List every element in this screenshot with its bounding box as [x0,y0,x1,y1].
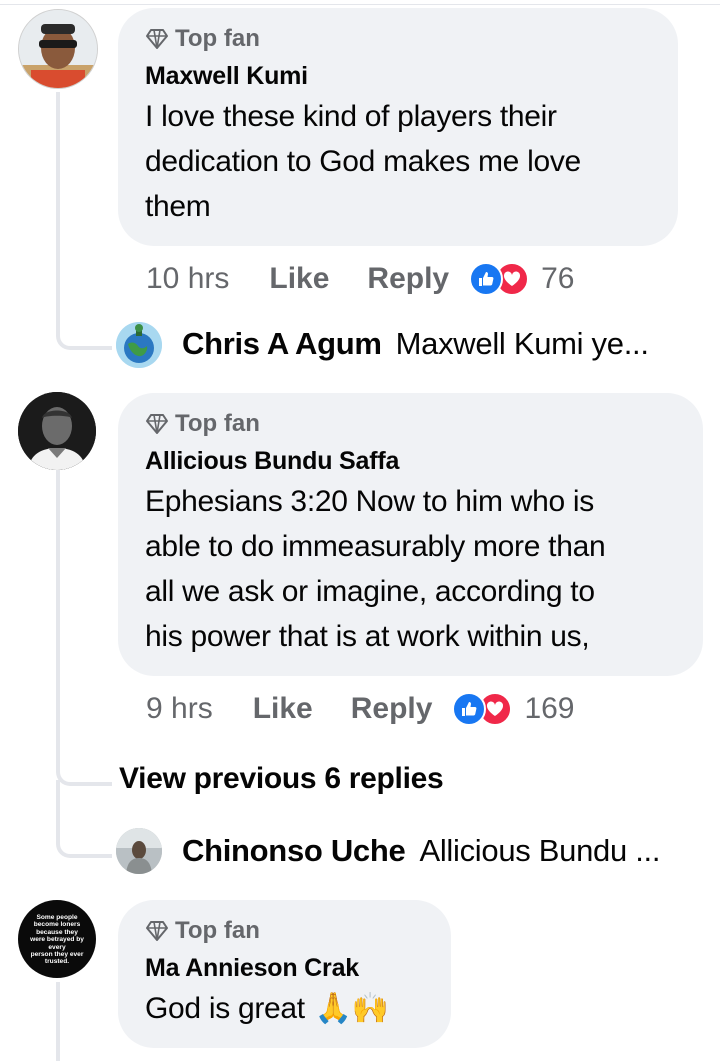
avatar-quote-line: Some people [36,914,78,921]
diamond-icon [146,414,168,434]
avatar[interactable] [18,9,98,89]
badge-label: Top fan [175,410,260,437]
comment-time[interactable]: 10 hrs [146,262,229,296]
avatar-quote-line: because they [36,928,78,936]
comment-text: God is great 🙏🙌 [145,986,425,1031]
avatar-quote-line: become loners [33,921,81,929]
thread-elbow [56,780,112,858]
comment-bubble[interactable]: Top fan Allicious Bundu Saffa Ephesians … [118,393,703,676]
comment-line: I love these kind of players their [145,100,557,133]
reply-avatar[interactable] [116,828,162,874]
avatar-quote-line: person they ever [30,951,84,959]
view-previous-replies-link[interactable]: View previous 6 replies [119,762,444,796]
badge-label: Top fan [175,917,260,944]
like-reaction-icon [452,692,487,726]
comment-author[interactable]: Maxwell Kumi [145,60,652,92]
thread-elbow [56,300,112,350]
comment-author[interactable]: Ma Annieson Crak [145,952,425,984]
thread-line [56,982,60,1061]
comment-line: his power that is at work within us, [145,620,590,653]
avatar-photo [116,828,162,874]
reactions[interactable]: 76 [469,262,575,296]
like-reaction-icon [469,262,504,296]
avatar[interactable] [18,392,96,470]
comment-bubble[interactable]: Top fan Ma Annieson Crak God is great 🙏🙌 [118,900,451,1048]
reply-button[interactable]: Reply [367,262,449,296]
comment-text: Ephesians 3:20 Now to him who is able to… [145,479,677,659]
avatar-photo [19,10,97,88]
thread-line [56,92,60,312]
comment-line: God is great [145,992,305,1025]
reply-button[interactable]: Reply [351,692,433,726]
reply-author[interactable]: Chris A Agum [182,326,382,362]
comment-text: I love these kind of players their dedic… [145,94,652,229]
reaction-count: 76 [541,262,575,295]
avatar-quote-line: every [48,943,66,951]
comment-author[interactable]: Allicious Bundu Saffa [145,445,677,477]
reply-text: Allicious Bundu ... [419,833,661,868]
badge-label: Top fan [175,25,260,52]
comment-time[interactable]: 9 hrs [146,692,213,726]
top-fan-badge: Top fan [145,916,425,946]
top-divider [0,4,720,5]
comment-line: Ephesians 3:20 Now to him who is [145,485,594,518]
like-button[interactable]: Like [253,692,313,726]
comment-actions: 10 hrs Like Reply 76 [146,262,575,296]
praying-hands-emoji: 🙏🙌 [314,992,389,1025]
avatar[interactable]: Some people become loners because they w… [18,900,96,978]
avatar-photo [18,392,96,470]
avatar-quote-text: Some people become loners because they w… [18,914,96,966]
reply-author[interactable]: Chinonso Uche [182,833,406,869]
top-fan-badge: Top fan [145,24,652,54]
comment-line: able to do immeasurably more than [145,530,606,563]
thread-line [56,464,60,764]
top-fan-badge: Top fan [145,409,677,439]
comment-line: them [145,190,211,223]
comment-actions: 9 hrs Like Reply 169 [146,692,575,726]
avatar-quote-line: were betrayed by [30,936,84,944]
reaction-count: 169 [524,692,575,725]
diamond-icon [146,29,168,49]
diamond-icon [146,921,168,941]
reply-preview[interactable]: Chris A Agum Maxwell Kumi ye... [182,326,649,362]
comment-bubble[interactable]: Top fan Maxwell Kumi I love these kind o… [118,8,678,246]
comment-line: dedication to God makes me love [145,145,581,178]
reply-avatar[interactable] [116,322,162,368]
reply-preview[interactable]: Chinonso Uche Allicious Bundu ... [182,833,660,869]
comment-line: all we ask or imagine, according to [145,575,595,608]
avatar-photo [116,322,162,368]
like-button[interactable]: Like [269,262,329,296]
avatar-quote-line: trusted. [44,958,70,966]
reactions[interactable]: 169 [452,692,575,726]
reply-text: Maxwell Kumi ye... [395,326,649,361]
